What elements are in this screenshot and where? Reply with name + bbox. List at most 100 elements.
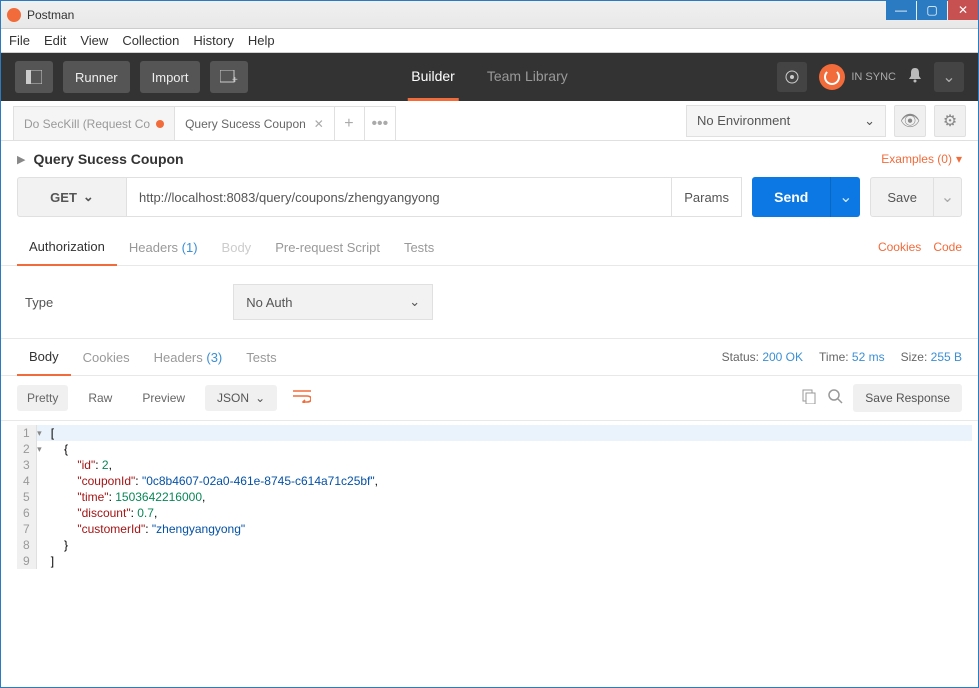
environment-selected-label: No Environment — [697, 113, 790, 128]
view-raw-button[interactable]: Raw — [78, 385, 122, 411]
cookies-link[interactable]: Cookies — [878, 240, 921, 254]
satellite-icon — [784, 69, 800, 85]
tab-builder[interactable]: Builder — [407, 54, 459, 101]
wrap-lines-button[interactable] — [287, 385, 317, 412]
new-tab-button[interactable]: + — [333, 106, 365, 140]
menu-edit[interactable]: Edit — [44, 33, 66, 48]
sync-icon[interactable] — [819, 64, 845, 90]
response-toolbar: Pretty Raw Preview JSON ⌄ Save Response — [1, 376, 978, 421]
send-options-button[interactable]: ⌄ — [830, 177, 860, 217]
manage-environments-button[interactable]: ⚙ — [934, 105, 966, 137]
chevron-down-icon: ⌄ — [255, 391, 265, 405]
svg-text:+: + — [232, 75, 238, 84]
request-tabs-row: Do SecKill (Request Co Query Sucess Coup… — [1, 101, 978, 141]
chevron-down-icon: ⌄ — [409, 294, 420, 310]
response-format-select[interactable]: JSON ⌄ — [205, 385, 277, 411]
auth-type-select[interactable]: No Auth ⌄ — [233, 284, 433, 320]
resp-tab-body[interactable]: Body — [17, 339, 71, 376]
resp-headers-count: (3) — [206, 350, 222, 365]
auth-type-label: Type — [25, 295, 53, 310]
response-status: 200 OK — [762, 350, 803, 364]
url-input[interactable] — [127, 177, 672, 217]
subtab-headers[interactable]: Headers (1) — [117, 230, 210, 265]
window-close-button[interactable]: ✕ — [948, 0, 978, 20]
window-maximize-button[interactable]: ▢ — [917, 0, 947, 20]
chevron-down-icon: ⌄ — [83, 189, 94, 205]
menu-collection[interactable]: Collection — [122, 33, 179, 48]
copy-icon — [801, 388, 817, 404]
gear-icon: ⚙ — [943, 111, 957, 131]
chevron-down-icon: ⌄ — [864, 113, 875, 129]
notifications-button[interactable] — [908, 67, 922, 88]
copy-response-button[interactable] — [801, 388, 817, 409]
environment-quicklook-button[interactable]: 👁 — [894, 105, 926, 137]
tab-team-library[interactable]: Team Library — [483, 54, 572, 101]
menu-view[interactable]: View — [80, 33, 108, 48]
response-time: 52 ms — [852, 350, 885, 364]
search-icon — [827, 388, 843, 404]
tab-options-button[interactable]: ••• — [364, 106, 396, 140]
response-code: [ { "id": 2, "couponId": "0c8b4607-02a0-… — [37, 425, 962, 569]
collapse-request-icon[interactable]: ▶ — [17, 153, 25, 166]
auth-selected-label: No Auth — [246, 295, 292, 310]
main-toolbar: Runner Import + Builder Team Library IN … — [1, 53, 978, 101]
app-icon — [7, 8, 21, 22]
response-body-editor[interactable]: 123456789 [ { "id": 2, "couponId": "0c8b… — [1, 421, 978, 569]
request-tab-0[interactable]: Do SecKill (Request Co — [13, 106, 175, 140]
menubar: File Edit View Collection History Help — [1, 29, 978, 53]
view-preview-button[interactable]: Preview — [132, 385, 195, 411]
examples-button[interactable]: Examples (0) ▾ — [881, 152, 962, 166]
wrap-icon — [293, 389, 311, 403]
caret-down-icon: ▾ — [956, 152, 962, 166]
subtab-prerequest[interactable]: Pre-request Script — [263, 230, 392, 265]
environment-select[interactable]: No Environment ⌄ — [686, 105, 886, 137]
http-method-select[interactable]: GET ⌄ — [17, 177, 127, 217]
menu-file[interactable]: File — [9, 33, 30, 48]
response-tabs: Body Cookies Headers (3) Tests Status: 2… — [1, 339, 978, 376]
resp-tab-tests[interactable]: Tests — [234, 340, 288, 375]
subtab-tests[interactable]: Tests — [392, 230, 446, 265]
view-pretty-button[interactable]: Pretty — [17, 385, 68, 411]
window-title: Postman — [27, 8, 74, 22]
resp-tab-cookies[interactable]: Cookies — [71, 340, 142, 375]
bell-icon — [908, 67, 922, 83]
chevron-down-icon: ⌄ — [941, 187, 954, 207]
sidebar-toggle-button[interactable] — [15, 61, 53, 93]
close-tab-button[interactable]: ✕ — [314, 117, 324, 131]
save-response-button[interactable]: Save Response — [853, 384, 962, 412]
menu-history[interactable]: History — [193, 33, 233, 48]
resp-tab-headers[interactable]: Headers (3) — [142, 340, 235, 375]
line-gutter: 123456789 — [17, 425, 37, 569]
sync-status: IN SYNC — [851, 71, 896, 83]
response-size: 255 B — [931, 350, 962, 364]
request-tab-label: Do SecKill (Request Co — [24, 117, 150, 131]
window-minimize-button[interactable]: — — [886, 0, 916, 20]
eye-icon: 👁 — [900, 111, 920, 131]
params-button[interactable]: Params — [672, 177, 742, 217]
request-subtabs: Authorization Headers (1) Body Pre-reque… — [1, 229, 978, 266]
sidebar-icon — [26, 70, 42, 84]
menu-help[interactable]: Help — [248, 33, 275, 48]
request-tab-label: Query Sucess Coupon — [185, 117, 306, 131]
headers-count: (1) — [182, 240, 198, 255]
request-tab-1[interactable]: Query Sucess Coupon ✕ — [174, 106, 335, 140]
runner-button[interactable]: Runner — [63, 61, 130, 93]
chevron-down-icon: ⌄ — [942, 67, 955, 87]
unsaved-indicator-icon — [156, 120, 164, 128]
new-window-button[interactable]: + — [210, 61, 248, 93]
authorization-panel: Type No Auth ⌄ — [1, 266, 978, 339]
code-link[interactable]: Code — [933, 240, 962, 254]
window-titlebar: Postman — ▢ ✕ — [1, 1, 978, 29]
send-button[interactable]: Send — [752, 177, 830, 217]
subtab-authorization[interactable]: Authorization — [17, 229, 117, 266]
search-response-button[interactable] — [827, 388, 843, 409]
import-button[interactable]: Import — [140, 61, 201, 93]
chevron-down-icon: ⌄ — [839, 187, 852, 207]
save-options-button[interactable]: ⌄ — [934, 177, 962, 217]
capture-requests-button[interactable] — [777, 62, 807, 92]
new-window-icon: + — [220, 70, 238, 84]
user-menu-button[interactable]: ⌄ — [934, 62, 964, 92]
subtab-body[interactable]: Body — [210, 230, 264, 265]
save-button[interactable]: Save — [870, 177, 934, 217]
response-meta: Status: 200 OK Time: 52 ms Size: 255 B — [722, 350, 962, 364]
